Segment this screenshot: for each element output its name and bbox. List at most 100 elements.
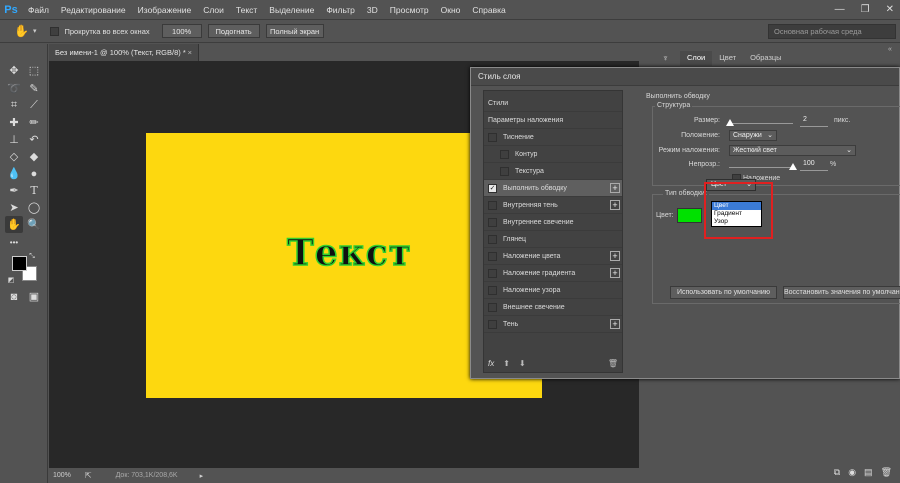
style-item[interactable]: Наложение градиента + [484, 265, 622, 282]
style-item[interactable]: Наложение узора [484, 282, 622, 299]
workspace-select[interactable]: Основная рабочая среда [768, 24, 896, 39]
close-icon[interactable]: ✕ [886, 4, 894, 15]
style-item[interactable]: Тиснение [484, 129, 622, 146]
style-checkbox[interactable] [488, 285, 497, 295]
type-tool-icon[interactable]: T [25, 182, 43, 199]
style-checkbox[interactable] [488, 302, 497, 312]
add-effect-icon[interactable]: + [610, 251, 620, 261]
tab-layers[interactable]: Слои [680, 51, 713, 66]
panel-options-icon[interactable]: ♆ [662, 53, 669, 63]
opacity-input[interactable]: 100 [800, 160, 828, 171]
style-checkbox[interactable] [500, 149, 509, 159]
restore-default-button[interactable]: Восстановить значения по умолчанию [783, 286, 900, 299]
add-effect-icon[interactable]: + [610, 268, 620, 278]
menu-window[interactable]: Окно [435, 5, 467, 15]
tab-color[interactable]: Цвет [712, 51, 743, 66]
scroll-all-checkbox[interactable] [50, 26, 60, 36]
delete-effect-icon[interactable]: 🗑 [608, 359, 618, 368]
use-default-button[interactable]: Использовать по умолчанию [670, 286, 777, 299]
opacity-slider[interactable] [729, 167, 793, 168]
document-tab[interactable]: Без имени-1 @ 100% (Текст, RGB/8) * × [49, 44, 199, 61]
more-tools-icon[interactable]: ••• [5, 234, 23, 251]
export-icon[interactable]: ⇱ [85, 471, 92, 480]
status-zoom[interactable]: 100% [53, 472, 71, 479]
opacity-slider-knob[interactable] [789, 163, 797, 170]
style-checkbox[interactable] [488, 217, 497, 227]
zoom-tool-icon[interactable]: 🔍 [25, 216, 43, 233]
style-checkbox[interactable] [488, 268, 497, 278]
style-checkbox[interactable] [488, 319, 497, 329]
move-tool-icon[interactable]: ✥ [5, 62, 23, 79]
move-down-icon[interactable]: ⬇ [519, 359, 526, 368]
status-arrow-icon[interactable]: ▸ [200, 472, 204, 480]
size-slider-knob[interactable] [726, 119, 734, 126]
new-layer-icon[interactable]: ▤ [864, 467, 873, 478]
menu-text[interactable]: Текст [230, 5, 263, 15]
style-item[interactable]: Текстура [484, 163, 622, 180]
crop-tool-icon[interactable]: ⌗ [5, 97, 23, 114]
zoom-100-button[interactable]: 100% [161, 24, 202, 38]
tab-swatches[interactable]: Образцы [743, 51, 789, 66]
full-screen-button[interactable]: Полный экран [265, 24, 324, 38]
fx-icon[interactable]: fx [488, 359, 494, 368]
size-slider[interactable] [729, 123, 793, 124]
panel-collapse-icon[interactable]: « [888, 46, 892, 53]
style-checkbox[interactable] [488, 132, 497, 142]
style-item[interactable]: Внешнее свечение [484, 299, 622, 316]
stroke-color-swatch[interactable] [677, 208, 702, 223]
add-effect-icon[interactable]: + [610, 200, 620, 210]
style-checkbox[interactable] [488, 251, 497, 261]
healing-brush-tool-icon[interactable]: ✚ [5, 114, 23, 131]
blend-mode-select[interactable]: Жесткий свет ⌄ [729, 145, 856, 156]
style-item[interactable]: Внутренняя тень + [484, 197, 622, 214]
tool-preset-chevron-icon[interactable]: ▾ [33, 27, 37, 35]
default-colors-icon[interactable]: ◩ [6, 275, 16, 285]
style-item[interactable]: Наложение цвета + [484, 248, 622, 265]
marquee-tool-icon[interactable]: ⬚ [25, 62, 43, 79]
style-item[interactable]: Контур [484, 146, 622, 163]
minimize-icon[interactable]: — [835, 4, 845, 15]
hand-tool-icon[interactable]: ✋ [14, 24, 29, 38]
clone-stamp-tool-icon[interactable]: ⊥ [5, 131, 23, 148]
adjustment-layer-icon[interactable]: ⧉ [834, 467, 840, 478]
brush-tool-icon[interactable]: ✏ [25, 114, 43, 131]
style-item[interactable]: Стили [484, 95, 622, 112]
camera-icon[interactable]: ◉ [848, 467, 856, 478]
style-checkbox[interactable] [500, 166, 509, 176]
lasso-tool-icon[interactable]: ➰ [5, 80, 23, 97]
foreground-color-swatch[interactable] [12, 256, 27, 271]
restore-icon[interactable]: ❐ [861, 4, 870, 15]
close-document-icon[interactable]: × [188, 48, 192, 57]
eyedropper-tool-icon[interactable]: ⟋ [25, 97, 43, 114]
position-select[interactable]: Снаружи ⌄ [729, 130, 777, 141]
style-item[interactable]: ✓ Выполнить обводку + [484, 180, 622, 197]
menu-edit[interactable]: Редактирование [55, 5, 132, 15]
menu-image[interactable]: Изображение [132, 5, 198, 15]
style-checkbox[interactable]: ✓ [488, 183, 497, 193]
swap-colors-icon[interactable]: ⤡ [27, 252, 37, 262]
screen-mode-icon[interactable]: ▣ [25, 288, 43, 305]
fit-screen-button[interactable]: Подогнать [207, 24, 260, 38]
paint-bucket-tool-icon[interactable]: ◆ [25, 148, 43, 165]
menu-help[interactable]: Справка [466, 5, 511, 15]
canvas-text-layer[interactable]: Текст [286, 231, 412, 275]
eraser-tool-icon[interactable]: ◇ [5, 148, 23, 165]
blur-tool-icon[interactable]: 💧 [5, 165, 23, 182]
quick-mask-icon[interactable]: ◙ [5, 288, 23, 305]
trash-icon[interactable]: 🗑 [881, 467, 892, 478]
history-brush-tool-icon[interactable]: ↶ [25, 131, 43, 148]
size-input[interactable]: 2 [800, 116, 828, 127]
style-checkbox[interactable] [488, 200, 497, 210]
add-effect-icon[interactable]: + [610, 183, 620, 193]
menu-view[interactable]: Просмотр [384, 5, 435, 15]
add-effect-icon[interactable]: + [610, 319, 620, 329]
style-item[interactable]: Тень + [484, 316, 622, 333]
menu-3d[interactable]: 3D [361, 5, 384, 15]
hand-tool-icon[interactable]: ✋ [5, 216, 23, 233]
path-select-tool-icon[interactable]: ➤ [5, 199, 23, 216]
style-item[interactable]: Внутреннее свечение [484, 214, 622, 231]
ellipse-tool-icon[interactable]: ◯ [25, 199, 43, 216]
pen-tool-icon[interactable]: ✒ [5, 182, 23, 199]
style-item[interactable]: Глянец [484, 231, 622, 248]
move-up-icon[interactable]: ⬆ [503, 359, 510, 368]
